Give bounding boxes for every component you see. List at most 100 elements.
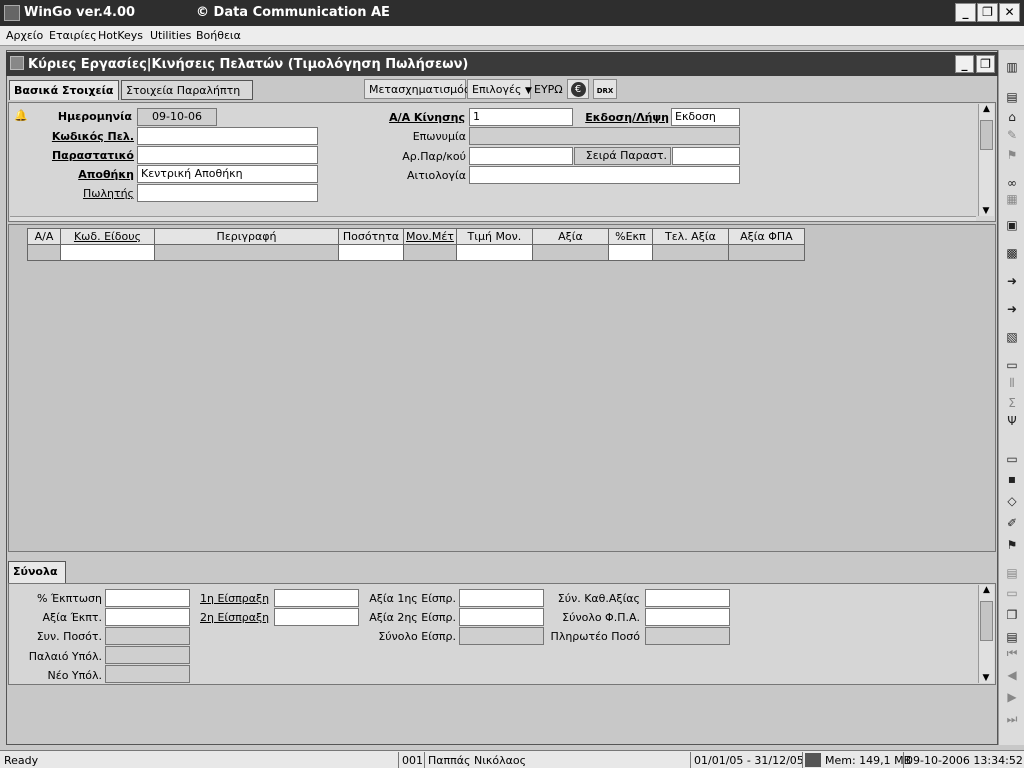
bank-icon[interactable]: ⌂ xyxy=(1002,108,1022,126)
cell-item-code[interactable] xyxy=(60,244,155,261)
scroll-thumb[interactable] xyxy=(980,120,993,150)
totals-scrollbar[interactable]: ▲ ▼ xyxy=(978,585,994,683)
name-field[interactable] xyxy=(469,127,740,145)
header-scrollbar[interactable]: ▲ ▼ xyxy=(978,104,994,216)
folder-open-icon[interactable]: ▭ xyxy=(1002,450,1022,468)
cell-final-value[interactable] xyxy=(651,244,729,261)
transform-button[interactable]: Μετασχηματισμός xyxy=(364,79,470,99)
movement-no-field[interactable]: 1 xyxy=(469,108,573,126)
doc-number-field[interactable] xyxy=(469,147,573,165)
drx-button[interactable]: DRX xyxy=(593,79,617,99)
calculator-icon[interactable]: ▦ xyxy=(1002,190,1022,208)
close-button[interactable]: ✕ xyxy=(999,3,1020,22)
menu-companies[interactable]: Εταιρίες xyxy=(49,29,97,42)
next-icon[interactable]: ▶ xyxy=(1002,688,1022,706)
reason-field[interactable] xyxy=(469,166,740,184)
value-collection2-field[interactable] xyxy=(459,608,544,626)
discount-value-field[interactable] xyxy=(105,608,190,626)
cell-vat-value[interactable] xyxy=(727,244,805,261)
menu-utilities[interactable]: Utilities xyxy=(150,29,191,42)
import-icon[interactable]: ➜ xyxy=(1002,272,1022,290)
export-icon[interactable]: ➜ xyxy=(1002,300,1022,318)
minimize-button[interactable]: _ xyxy=(955,3,976,22)
horizontal-scrollbar[interactable] xyxy=(10,216,976,221)
print-icon[interactable]: ▭ xyxy=(1002,584,1022,602)
discount-pct-field[interactable] xyxy=(105,589,190,607)
collection1-label[interactable]: 1η Είσπραξη xyxy=(200,592,269,605)
sigma-icon[interactable]: Σ xyxy=(1002,394,1022,412)
scroll-down-icon[interactable]: ▼ xyxy=(979,206,993,216)
series-field[interactable] xyxy=(672,147,740,165)
customer-code-field[interactable] xyxy=(137,127,318,145)
date-field[interactable]: 09-10-06 xyxy=(137,108,217,126)
new-balance-field[interactable] xyxy=(105,665,190,683)
document-field[interactable] xyxy=(137,146,318,164)
tab-recipient-info[interactable]: Στοιχεία Παραλήπτη xyxy=(121,80,253,100)
col-item-code[interactable]: Κωδ. Είδους xyxy=(60,228,155,245)
save-icon[interactable]: ▪ xyxy=(1002,470,1022,488)
menu-help[interactable]: Βοήθεια xyxy=(196,29,241,42)
col-vat-value[interactable]: Αξία ΦΠΑ xyxy=(727,228,805,245)
printer-icon[interactable]: ▩ xyxy=(1002,244,1022,262)
col-value[interactable]: Αξία xyxy=(531,228,609,245)
prev-icon[interactable]: ◀ xyxy=(1002,666,1022,684)
cell-value[interactable] xyxy=(531,244,609,261)
col-discount[interactable]: %Εκπ xyxy=(607,228,653,245)
col-unit-price[interactable]: Τιμή Μον. xyxy=(455,228,533,245)
scroll-thumb[interactable] xyxy=(980,601,993,641)
menu-hotkeys[interactable]: HotKeys xyxy=(98,29,143,42)
warehouse-field[interactable]: Κεντρική Αποθήκη xyxy=(137,165,318,183)
payable-field[interactable] xyxy=(645,627,730,645)
last-icon[interactable]: ⏭ xyxy=(1002,710,1022,728)
total-collection-field[interactable] xyxy=(459,627,544,645)
col-unit[interactable]: Μον.Μέτ xyxy=(403,228,457,245)
cell-discount[interactable] xyxy=(607,244,653,261)
child-minimize-button[interactable]: _ xyxy=(955,55,974,73)
col-aa[interactable]: Α/Α xyxy=(27,228,61,245)
table-row[interactable] xyxy=(27,244,805,261)
stack-icon[interactable]: ▤ xyxy=(1002,564,1022,582)
pencil-icon[interactable]: ✎ xyxy=(1002,126,1022,144)
tab-totals[interactable]: Σύνολα xyxy=(8,561,66,583)
cell-unit[interactable] xyxy=(403,244,457,261)
columns-icon[interactable]: ▥ xyxy=(1002,58,1022,76)
col-final-value[interactable]: Τελ. Αξία xyxy=(651,228,729,245)
menu-file[interactable]: Αρχείο xyxy=(6,29,43,42)
child-restore-button[interactable]: ❐ xyxy=(976,55,995,73)
total-net-field[interactable] xyxy=(645,589,730,607)
value-collection1-field[interactable] xyxy=(459,589,544,607)
col-quantity[interactable]: Ποσότητα xyxy=(338,228,404,245)
total-vat-field[interactable] xyxy=(645,608,730,626)
cell-quantity[interactable] xyxy=(338,244,404,261)
total-qty-field[interactable] xyxy=(105,627,190,645)
collection2-field[interactable] xyxy=(274,608,359,626)
tab-basic-info[interactable]: Βασικά Στοιχεία xyxy=(9,80,119,100)
scroll-down-icon[interactable]: ▼ xyxy=(979,673,993,683)
euro-button[interactable]: € xyxy=(567,79,589,99)
cell-unit-price[interactable] xyxy=(455,244,533,261)
copy-icon[interactable]: ❐ xyxy=(1002,606,1022,624)
options-dropdown[interactable]: Επιλογές ▼ xyxy=(467,79,532,99)
collection2-label[interactable]: 2η Είσπραξη xyxy=(200,611,269,624)
scroll-up-icon[interactable]: ▲ xyxy=(979,585,994,599)
building-icon[interactable]: ▣ xyxy=(1002,216,1022,234)
collection1-field[interactable] xyxy=(274,589,359,607)
grid-icon[interactable]: ▧ xyxy=(1002,328,1022,346)
flag-icon[interactable]: ⚑ xyxy=(1002,536,1022,554)
insert-icon[interactable]: Ψ xyxy=(1002,412,1022,430)
old-balance-field[interactable] xyxy=(105,646,190,664)
eraser-icon[interactable]: ◇ xyxy=(1002,492,1022,510)
restore-button[interactable]: ❐ xyxy=(977,3,998,22)
brush-icon[interactable]: ✐ xyxy=(1002,514,1022,532)
folder-open-icon[interactable]: ▭ xyxy=(1002,356,1022,374)
first-icon[interactable]: ⏮ xyxy=(1002,644,1022,662)
cell-description[interactable] xyxy=(154,244,339,261)
flag-icon[interactable]: ⚑ xyxy=(1002,146,1022,164)
col-description[interactable]: Περιγραφή xyxy=(154,228,339,245)
seller-field[interactable] xyxy=(137,184,318,202)
report-icon[interactable]: ▤ xyxy=(1002,88,1022,106)
split-icon[interactable]: ⫴ xyxy=(1002,374,1022,392)
scroll-up-icon[interactable]: ▲ xyxy=(979,104,994,118)
issue-field[interactable]: Εκδοση xyxy=(671,108,740,126)
cell-aa[interactable] xyxy=(27,244,61,261)
